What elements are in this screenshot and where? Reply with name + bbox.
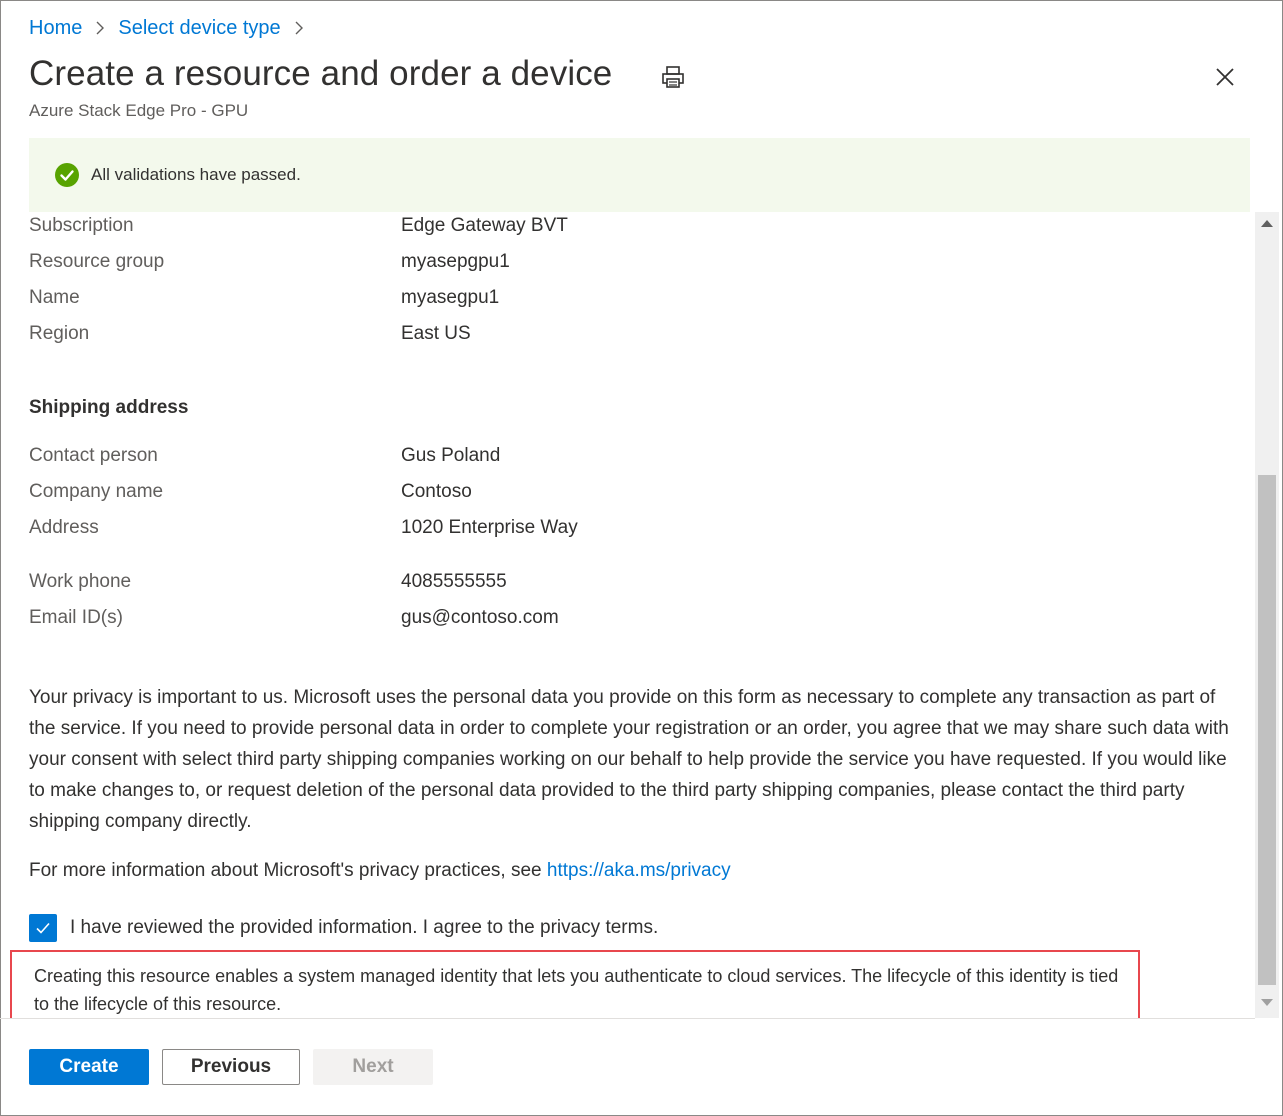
field-value: gus@contoso.com (401, 607, 559, 628)
summary-row-contact-person: Contact person Gus Poland (29, 443, 500, 469)
field-label: Region (29, 323, 90, 344)
checkmark-icon (36, 922, 50, 934)
scrollbar-thumb[interactable] (1258, 475, 1276, 985)
summary-row-resource-group: Resource group myasepgpu1 (29, 249, 510, 275)
field-label: Address (29, 517, 99, 538)
privacy-agree-label: I have reviewed the provided information… (70, 917, 659, 938)
field-value: myasepgpu1 (401, 251, 510, 272)
privacy-statement: Your privacy is important to us. Microso… (29, 687, 1229, 832)
footer-divider (0, 1018, 1255, 1019)
next-button: Next (313, 1049, 433, 1085)
scroll-down-arrow-icon[interactable] (1261, 999, 1273, 1007)
summary-row-address: Address 1020 Enterprise Way (29, 515, 578, 541)
footer-actions: Create Previous Next (29, 1049, 433, 1085)
page-title: Create a resource and order a device (29, 54, 613, 93)
validation-message: All validations have passed. (91, 165, 301, 184)
close-icon[interactable] (1212, 64, 1238, 90)
summary-row-company-name: Company name Contoso (29, 479, 472, 505)
breadcrumb: Home Select device type (29, 14, 317, 42)
scroll-up-arrow-icon[interactable] (1261, 219, 1273, 227)
field-label: Name (29, 287, 80, 308)
summary-row-name: Name myasegpu1 (29, 285, 499, 311)
summary-row-region: Region East US (29, 321, 471, 347)
field-label: Company name (29, 481, 164, 502)
summary-content: Subscription Edge Gateway BVT Resource g… (0, 212, 1255, 1018)
field-value: Edge Gateway BVT (401, 215, 568, 236)
chevron-right-icon (287, 16, 311, 40)
summary-row-subscription: Subscription Edge Gateway BVT (29, 213, 568, 239)
privacy-agree-checkbox[interactable] (29, 914, 57, 942)
chevron-right-icon (88, 16, 112, 40)
shipping-section-title: Shipping address (29, 397, 189, 418)
breadcrumb-home-link[interactable]: Home (29, 17, 82, 40)
field-label: Contact person (29, 445, 158, 466)
field-value: Gus Poland (401, 445, 501, 466)
privacy-more-info: For more information about Microsoft's p… (29, 858, 731, 884)
privacy-agree-row: I have reviewed the provided information… (29, 914, 658, 942)
field-label: Resource group (29, 251, 165, 272)
managed-identity-callout: Creating this resource enables a system … (10, 950, 1140, 1018)
page-subtitle: Azure Stack Edge Pro - GPU (29, 101, 249, 120)
field-value: East US (401, 323, 471, 344)
field-label: Email ID(s) (29, 607, 123, 628)
privacy-more-text: For more information about Microsoft's p… (29, 860, 547, 881)
create-button[interactable]: Create (29, 1049, 149, 1085)
summary-row-work-phone: Work phone 4085555555 (29, 569, 507, 595)
validation-banner: All validations have passed. (29, 138, 1250, 212)
callout-text: Creating this resource enables a system … (34, 966, 1119, 1014)
breadcrumb-select-device-type-link[interactable]: Select device type (118, 17, 280, 40)
field-label: Subscription (29, 215, 134, 236)
previous-button[interactable]: Previous (162, 1049, 300, 1085)
field-value: Contoso (401, 481, 472, 502)
field-value: 1020 Enterprise Way (401, 517, 578, 538)
summary-row-email: Email ID(s) gus@contoso.com (29, 605, 559, 631)
success-check-icon (55, 163, 79, 187)
print-icon[interactable] (660, 64, 686, 90)
field-value: myasegpu1 (401, 287, 500, 308)
field-value: 4085555555 (401, 571, 507, 592)
field-label: Work phone (29, 571, 132, 592)
privacy-link[interactable]: https://aka.ms/privacy (547, 860, 731, 881)
